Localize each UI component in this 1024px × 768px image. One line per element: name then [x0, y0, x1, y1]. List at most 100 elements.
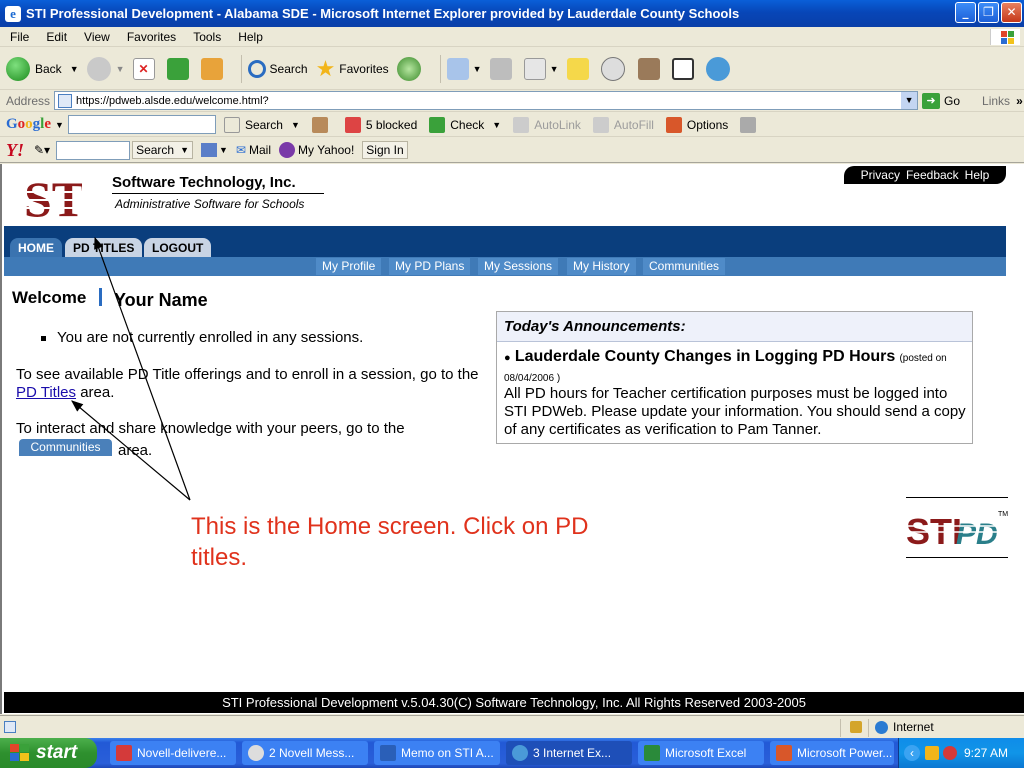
subnav-communities[interactable]: Communities [643, 258, 726, 275]
svg-text:PD: PD [956, 518, 998, 551]
tray-expand-icon[interactable]: ‹ [904, 745, 920, 761]
research-icon [637, 57, 660, 80]
company-tagline: Administrative Software for Schools [115, 197, 305, 211]
my-yahoo-label: My Yahoo! [298, 143, 355, 157]
search-label: Search [269, 61, 308, 76]
google-toolbar: Google ▼ Search ▼ 5 blocked Check ▼ AutoLi… [0, 113, 1024, 137]
history-button[interactable] [396, 56, 426, 81]
links-label[interactable]: Links [982, 94, 1010, 108]
menu-view[interactable]: View [74, 30, 117, 44]
news-icon [311, 116, 328, 133]
sign-in-button[interactable]: Sign In [362, 141, 408, 159]
tray-app-icon[interactable] [925, 746, 939, 760]
status-bar: Internet [0, 715, 1024, 739]
pencil-button[interactable] [740, 116, 761, 133]
go-arrow-icon: ➜ [922, 92, 941, 109]
yahoo-bookmarks-button[interactable]: ▼ [201, 143, 228, 157]
title-bar: e STI Professional Development - Alabama… [0, 0, 1024, 27]
tab-pd-titles[interactable]: PD TITLES [65, 238, 143, 258]
task-memo-word[interactable]: Memo on STI A... [374, 741, 500, 765]
google-search-input[interactable] [67, 115, 216, 134]
start-label: start [36, 742, 78, 763]
task-excel[interactable]: Microsoft Excel [638, 741, 764, 765]
edit-button[interactable]: ▼ [523, 57, 559, 80]
close-button[interactable]: ✕ [1001, 2, 1022, 23]
subnav-my-history[interactable]: My History [567, 258, 636, 275]
autolink-label: AutoLink [534, 117, 581, 132]
subnav-my-pd-plans[interactable]: My PD Plans [389, 258, 471, 275]
pencil-icon[interactable]: ✎▾ [34, 143, 50, 157]
my-yahoo-button[interactable]: My Yahoo! [279, 142, 354, 158]
options-button[interactable]: Options [665, 116, 728, 133]
yahoo-mail-button[interactable]: ✉ Mail [236, 143, 271, 157]
address-input[interactable]: https://pdweb.alsde.edu/welcome.html? ▼ [54, 91, 919, 110]
mail-button[interactable]: ▼ [446, 57, 482, 80]
discuss-button[interactable] [566, 57, 593, 80]
menu-edit[interactable]: Edit [36, 30, 74, 44]
pd-titles-link[interactable]: PD Titles [16, 384, 76, 401]
spell-check-button[interactable]: Check ▼ [429, 116, 501, 133]
feedback-link[interactable]: Feedback [906, 168, 959, 182]
subnav-my-profile[interactable]: My Profile [316, 258, 382, 275]
start-button[interactable]: start [0, 738, 97, 768]
task-label: 2 Novell Mess... [269, 746, 355, 760]
autolink-button[interactable]: AutoLink [513, 116, 581, 133]
task-label: Novell-delivere... [137, 746, 227, 760]
research-button[interactable] [637, 57, 664, 80]
privacy-link[interactable]: Privacy [861, 168, 900, 182]
menu-help[interactable]: Help [228, 30, 270, 44]
print-button[interactable] [489, 57, 516, 80]
yahoo-search-input[interactable] [56, 140, 131, 160]
task-powerpoint[interactable]: Microsoft Power... [770, 741, 894, 765]
menu-bar: File Edit View Favorites Tools Help [0, 27, 1024, 47]
help-link[interactable]: Help [965, 168, 990, 182]
yahoo-logo[interactable]: Y! [6, 140, 24, 161]
pd-instructions: To see available PD Title offerings and … [16, 366, 486, 402]
favorites-button[interactable]: ★ Favorites [316, 56, 389, 82]
windows-flag-icon [10, 744, 30, 762]
google-search-label: Search [244, 117, 283, 132]
popup-blocker-icon [344, 116, 361, 133]
home-button[interactable] [200, 57, 227, 80]
forward-button[interactable]: ▼ [86, 56, 125, 81]
menu-tools[interactable]: Tools [183, 30, 228, 44]
task-novell-delivered[interactable]: Novell-delivere... [110, 741, 236, 765]
media-button[interactable] [671, 57, 698, 80]
stop-button[interactable]: ✕ [132, 57, 159, 80]
windows-logo-icon [990, 29, 1020, 45]
tab-logout[interactable]: LOGOUT [144, 238, 212, 258]
refresh-icon [166, 57, 189, 80]
tutorial-callout: This is the Home screen. Click on PD tit… [191, 513, 589, 571]
announcements-panel: Today's Announcements: ● Lauderdale Coun… [496, 311, 973, 444]
back-arrow-icon [6, 56, 30, 81]
task-label: Microsoft Excel [665, 746, 747, 760]
menu-file[interactable]: File [0, 30, 36, 44]
back-button[interactable]: Back ▼ [6, 56, 79, 81]
contacts-button[interactable] [705, 56, 735, 81]
communities-button[interactable]: Communities [19, 439, 112, 456]
task-novell-messenger[interactable]: 2 Novell Mess... [242, 741, 368, 765]
powerpoint-icon [776, 745, 792, 761]
popup-blocker[interactable]: 5 blocked [344, 116, 417, 133]
menu-favorites[interactable]: Favorites [117, 30, 183, 44]
google-logo[interactable]: Google [6, 116, 51, 133]
web-page: STI Software Technology, Inc. Administra… [0, 164, 1024, 714]
stop-icon: ✕ [132, 57, 155, 80]
task-internet-explorer[interactable]: 3 Internet Ex... [506, 741, 632, 765]
address-dropdown[interactable]: ▼ [901, 92, 918, 109]
autofill-button[interactable]: AutoFill [592, 116, 654, 133]
restore-button[interactable]: ❐ [978, 2, 999, 23]
refresh-button[interactable] [166, 57, 193, 80]
yahoo-search-button[interactable]: Search ▼ [132, 141, 194, 159]
security-zone: Internet [875, 720, 934, 734]
messenger-button[interactable] [600, 56, 630, 81]
subnav-my-sessions[interactable]: My Sessions [478, 258, 559, 275]
search-button[interactable]: Search [247, 59, 308, 78]
minimize-button[interactable]: _ [955, 2, 976, 23]
tray-volume-icon[interactable] [943, 746, 957, 760]
go-button[interactable]: ➜ Go [922, 92, 960, 109]
note-icon [566, 57, 589, 80]
google-search-button[interactable]: Search ▼ [223, 116, 300, 133]
tab-home[interactable]: HOME [10, 238, 62, 258]
news-button[interactable] [311, 116, 333, 133]
